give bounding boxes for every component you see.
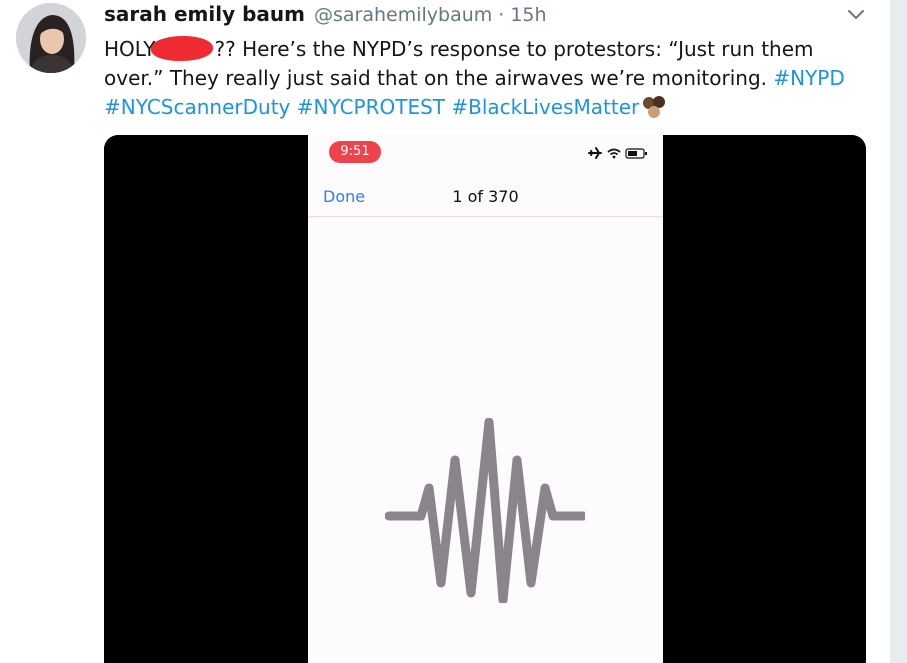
audio-waveform-icon <box>385 418 585 603</box>
user-handle[interactable]: @sarahemilybaum <box>314 4 492 26</box>
separator-dot: · <box>498 4 505 26</box>
status-icons <box>588 147 647 159</box>
hashtag-blacklivesmatter[interactable]: #BlackLivesMatter <box>451 95 639 119</box>
profile-photo <box>16 3 86 73</box>
nav-divider <box>308 216 663 217</box>
tweet-timestamp[interactable]: 15h <box>510 4 546 26</box>
hashtag-nycprotest[interactable]: #NYCPROTEST <box>297 95 445 119</box>
battery-icon <box>625 148 647 159</box>
wifi-icon <box>607 148 621 159</box>
airplane-icon <box>588 147 602 159</box>
display-name[interactable]: sarah emily baum <box>104 2 305 26</box>
raised-fists-emoji <box>643 96 666 118</box>
chevron-down-icon[interactable] <box>846 8 866 22</box>
status-time-pill: 9:51 <box>329 141 381 163</box>
hashtag-nypd[interactable]: #NYPD <box>773 66 844 90</box>
tweet[interactable]: sarah emily baum @sarahemilybaum · 15h H… <box>0 0 891 663</box>
phone-screenshot: 9:51 Done 1 of 370 <box>308 135 663 663</box>
page-counter: 1 of 370 <box>452 187 519 206</box>
avatar[interactable] <box>16 3 86 73</box>
tweet-text-part1: HOLY <box>104 37 156 61</box>
tweet-text: HOLY?? Here’s the NYPD’s response to pro… <box>104 35 874 122</box>
hashtag-nycscannerduty[interactable]: #NYCScannerDuty <box>104 95 290 119</box>
redaction-mark <box>151 36 214 61</box>
media-attachment[interactable]: 9:51 Done 1 of 370 <box>104 135 866 663</box>
tweet-header: sarah emily baum @sarahemilybaum · 15h <box>104 2 547 30</box>
